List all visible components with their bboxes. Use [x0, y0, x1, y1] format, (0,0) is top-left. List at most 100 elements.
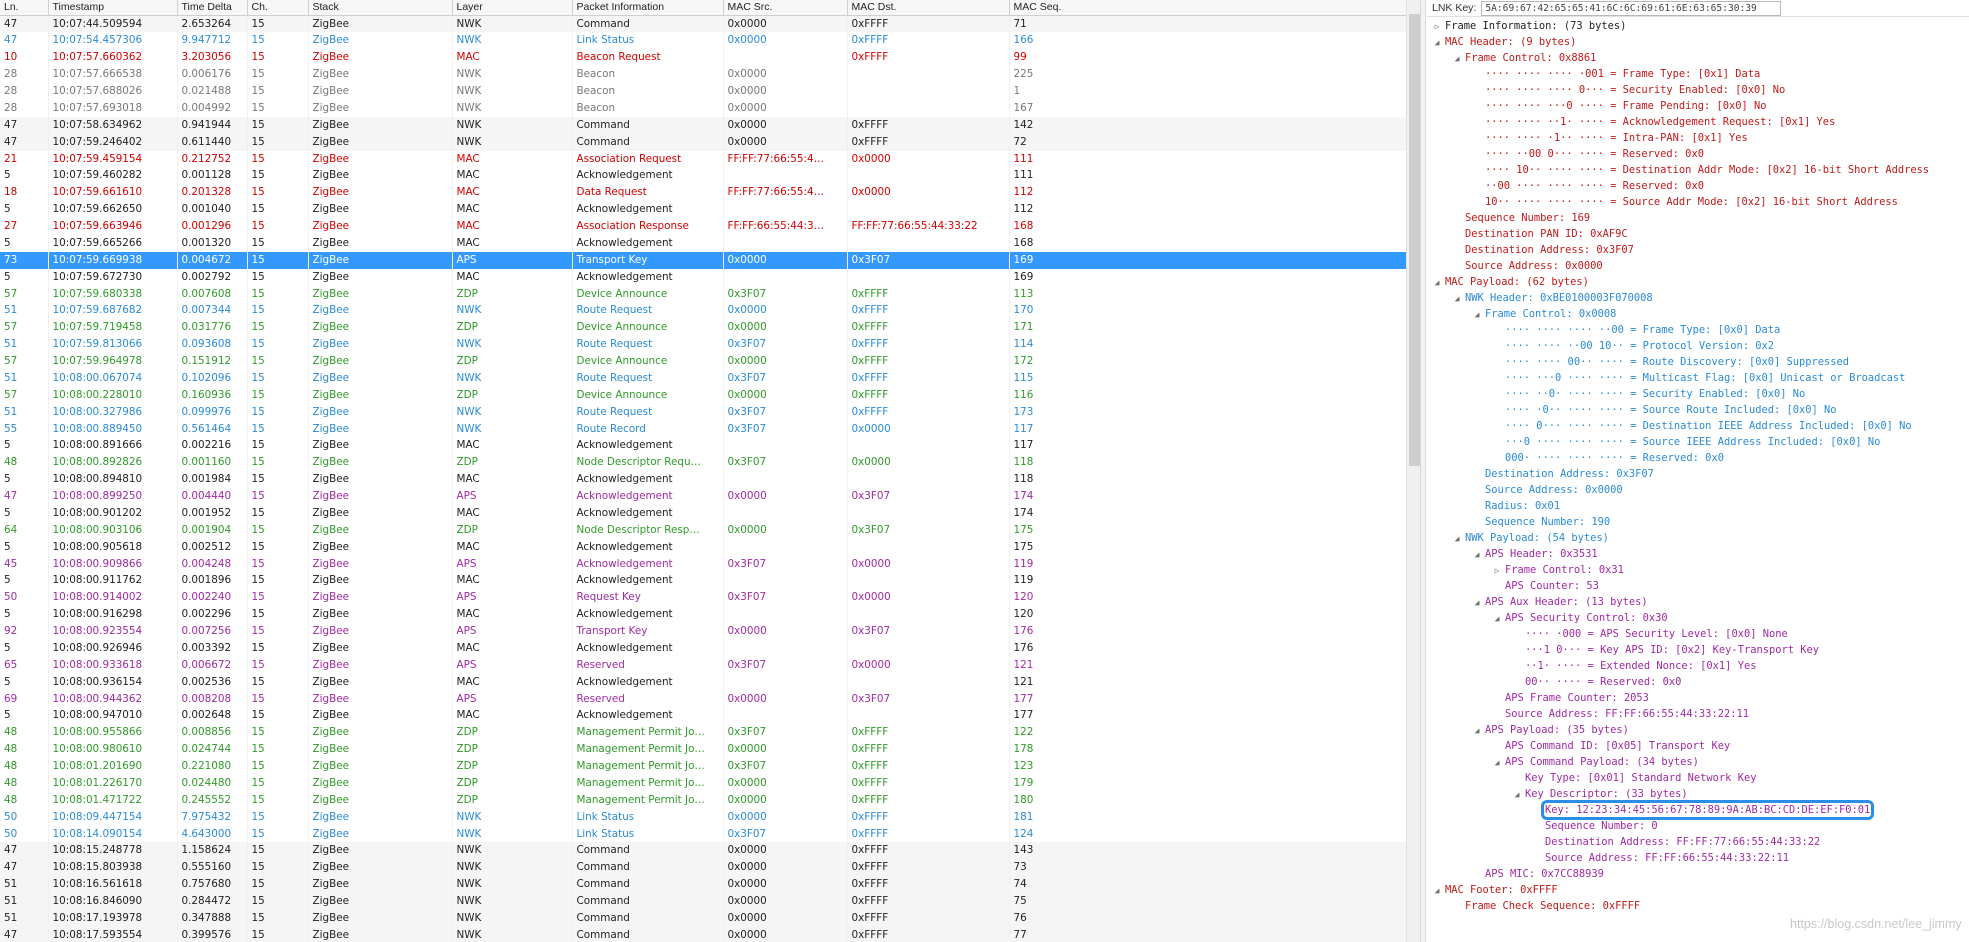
packet-row[interactable]: 21 10:07:59.459154 0.212752 15 ZigBee MAC Asso…: [0, 150, 1407, 168]
tree-node[interactable]: ···· ·000 = APS Security Level: [0x0] No…: [1427, 626, 1969, 642]
tree-node[interactable]: ◢ APS Aux Header: (13 bytes): [1427, 594, 1969, 610]
tree-node[interactable]: Source Address: FF:FF:66:55:44:33:22:11: [1427, 850, 1969, 866]
tree-node[interactable]: ◢ NWK Header: 0xBE0100003F070008: [1427, 290, 1969, 306]
tree-node[interactable]: Source Address: 0x0000: [1427, 258, 1969, 274]
tree-node[interactable]: ···· ·0·· ···· ···· = Source Route Inclu…: [1427, 402, 1969, 418]
tree-node[interactable]: ◢ Key Descriptor: (33 bytes): [1427, 786, 1969, 802]
tree-node[interactable]: 10·· ···· ···· ···· = Source Addr Mode: …: [1427, 194, 1969, 210]
packet-row[interactable]: 51 10:07:59.687682 0.007344 15 ZigBee NWK Rout…: [0, 302, 1407, 320]
column-header[interactable]: Timestamp: [48, 0, 178, 16]
tree-node[interactable]: ◢ APS Payload: (35 bytes): [1427, 722, 1969, 738]
column-header[interactable]: MAC Seq.: [1009, 0, 1407, 16]
tree-node[interactable]: Destination Address: 0x3F07: [1427, 466, 1969, 482]
tree-node[interactable]: ···· ··0· ···· ···· = Security Enabled: …: [1427, 386, 1969, 402]
tree-node[interactable]: ···· ···· ··00 10·· = Protocol Version: …: [1427, 338, 1969, 354]
packet-row[interactable]: 10 10:07:57.660362 3.203056 15 ZigBee MAC Beac…: [0, 49, 1407, 67]
tree-node[interactable]: ···0 ···· ···· ···· = Source IEEE Addres…: [1427, 434, 1969, 450]
packet-row[interactable]: 47 10:08:00.899250 0.004440 15 ZigBee APS Ackn…: [0, 488, 1407, 505]
tree-node[interactable]: ···· 10·· ···· ···· = Destination Addr M…: [1427, 162, 1969, 178]
packet-row[interactable]: 51 10:07:59.813066 0.093608 15 ZigBee NWK Rout…: [0, 336, 1407, 353]
collapse-triangle-icon[interactable]: ◢: [1471, 595, 1483, 611]
column-header[interactable]: MAC Dst.: [847, 0, 1010, 16]
packet-row[interactable]: 57 10:08:00.228010 0.160936 15 ZigBee ZDP Devi…: [0, 386, 1407, 404]
packet-row[interactable]: 27 10:07:59.663946 0.001296 15 ZigBee MAC Asso…: [0, 218, 1407, 235]
scrollbar-thumb[interactable]: [1409, 14, 1420, 466]
expand-triangle-icon[interactable]: ▷: [1491, 563, 1503, 579]
tree-node[interactable]: ◢ APS Security Control: 0x30: [1427, 610, 1969, 626]
packet-row[interactable]: 51 10:08:00.327986 0.099976 15 ZigBee NWK Rout…: [0, 403, 1407, 421]
packet-row[interactable]: 5 10:08:00.926946 0.003392 15 ZigBee MAC Ackno…: [0, 639, 1407, 657]
tree-node[interactable]: ···· ···· ···· ·001 = Frame Type: [0x1] …: [1427, 66, 1969, 82]
tree-node[interactable]: ▷ Frame Information: (73 bytes): [1427, 18, 1969, 34]
tree-node[interactable]: ◢ APS Header: 0x3531: [1427, 546, 1969, 562]
packet-row[interactable]: 5 10:07:59.662650 0.001040 15 ZigBee MAC Ackno…: [0, 201, 1407, 218]
tree-node[interactable]: Destination PAN ID: 0xAF9C: [1427, 226, 1969, 242]
packet-row[interactable]: 48 10:08:01.226170 0.024480 15 ZigBee ZDP Mana…: [0, 774, 1407, 792]
packet-row[interactable]: 5 10:08:00.916298 0.002296 15 ZigBee MAC Ackno…: [0, 606, 1407, 623]
tree-node[interactable]: Source Address: FF:FF:66:55:44:33:22:11: [1427, 706, 1969, 722]
tree-node[interactable]: Sequence Number: 190: [1427, 514, 1969, 530]
tree-node[interactable]: Destination Address: FF:FF:77:66:55:44:3…: [1427, 834, 1969, 850]
tree-node[interactable]: ··00 ···· ···· ···· = Reserved: 0x0: [1427, 178, 1969, 194]
packet-row[interactable]: 28 10:07:57.693018 0.004992 15 ZigBee NWK Beac…: [0, 99, 1407, 117]
packet-row[interactable]: 69 10:08:00.944362 0.008208 15 ZigBee APS Rese…: [0, 690, 1407, 708]
packet-row[interactable]: 28 10:07:57.666538 0.006176 15 ZigBee NWK Beac…: [0, 66, 1407, 83]
tree-node[interactable]: Key Type: [0x01] Standard Network Key: [1427, 770, 1969, 786]
tree-node[interactable]: Frame Check Sequence: 0xFFFF: [1427, 898, 1969, 914]
tree-node[interactable]: 00·· ···· = Reserved: 0x0: [1427, 674, 1969, 690]
packet-row[interactable]: 28 10:07:57.688026 0.021488 15 ZigBee NWK Beac…: [0, 83, 1407, 100]
tree-node[interactable]: Key: 12:23:34:45:56:67:78:89:9A:AB:BC:CD…: [1427, 800, 1969, 820]
tree-node[interactable]: ···· ···· ··1· ···· = Acknowledgement Re…: [1427, 114, 1969, 130]
tree-node[interactable]: ··1· ···· = Extended Nonce: [0x1] Yes: [1427, 658, 1969, 674]
tree-node[interactable]: Radius: 0x01: [1427, 498, 1969, 514]
packet-list-scrollbar[interactable]: [1406, 0, 1420, 942]
packet-row[interactable]: 47 10:08:15.248778 1.158624 15 ZigBee NWK Comm…: [0, 842, 1407, 860]
tree-node[interactable]: ···· 0··· ···· ···· = Destination IEEE A…: [1427, 418, 1969, 434]
packet-row[interactable]: 57 10:07:59.719458 0.031776 15 ZigBee ZDP Devi…: [0, 319, 1407, 337]
tree-node[interactable]: ···· ···· ···· 0··· = Security Enabled: …: [1427, 82, 1969, 98]
collapse-triangle-icon[interactable]: ◢: [1491, 755, 1503, 771]
packet-row[interactable]: 50 10:08:00.914002 0.002240 15 ZigBee APS Requ…: [0, 589, 1407, 607]
packet-row[interactable]: 48 10:08:01.201690 0.221080 15 ZigBee ZDP Mana…: [0, 758, 1407, 775]
collapse-triangle-icon[interactable]: ◢: [1451, 51, 1463, 67]
packet-row[interactable]: 50 10:08:14.090154 4.643000 15 ZigBee NWK Link…: [0, 825, 1407, 843]
packet-row[interactable]: 47 10:07:44.509594 2.653264 15 ZigBee NWK Comm…: [0, 15, 1407, 33]
collapse-triangle-icon[interactable]: ◢: [1431, 275, 1443, 291]
packet-row[interactable]: 57 10:07:59.964978 0.151912 15 ZigBee ZDP Devi…: [0, 353, 1407, 370]
tree-node[interactable]: ···· ···· ···· ··00 = Frame Type: [0x0] …: [1427, 322, 1969, 338]
collapse-triangle-icon[interactable]: ◢: [1431, 883, 1443, 899]
packet-row[interactable]: 5 10:07:59.460282 0.001128 15 ZigBee MAC Ackno…: [0, 167, 1407, 185]
tree-node[interactable]: ◢ Frame Control: 0x8861: [1427, 50, 1969, 66]
tree-node[interactable]: ···· ···0 ···· ···· = Multicast Flag: [0…: [1427, 370, 1969, 386]
tree-node[interactable]: ◢ MAC Payload: (62 bytes): [1427, 274, 1969, 290]
column-header[interactable]: Packet Information: [572, 0, 724, 16]
tree-node[interactable]: Destination Address: 0x3F07: [1427, 242, 1969, 258]
packet-row[interactable]: 47 10:07:54.457306 9.947712 15 ZigBee NWK Link…: [0, 32, 1407, 50]
tree-node[interactable]: ◢ MAC Header: (9 bytes): [1427, 34, 1969, 50]
tree-node[interactable]: 000· ···· ···· ···· = Reserved: 0x0: [1427, 450, 1969, 466]
tree-node[interactable]: APS Command ID: [0x05] Transport Key: [1427, 738, 1969, 754]
tree-node[interactable]: APS Counter: 53: [1427, 578, 1969, 594]
packet-row[interactable]: 5 10:08:00.947010 0.002648 15 ZigBee MAC Ackno…: [0, 707, 1407, 725]
packet-row[interactable]: 48 10:08:00.980610 0.024744 15 ZigBee ZDP Mana…: [0, 741, 1407, 758]
packet-row[interactable]: 47 10:07:59.246402 0.611440 15 ZigBee NWK Comm…: [0, 133, 1407, 151]
packet-row[interactable]: 64 10:08:00.903106 0.001904 15 ZigBee ZDP Node…: [0, 521, 1407, 539]
packet-row[interactable]: 47 10:07:58.634962 0.941944 15 ZigBee NWK Comm…: [0, 116, 1407, 134]
collapse-triangle-icon[interactable]: ◢: [1471, 547, 1483, 563]
tree-node[interactable]: Sequence Number: 169: [1427, 210, 1969, 226]
collapse-triangle-icon[interactable]: ◢: [1451, 531, 1463, 547]
collapse-triangle-icon[interactable]: ◢: [1511, 787, 1523, 803]
packet-row[interactable]: 65 10:08:00.933618 0.006672 15 ZigBee APS Rese…: [0, 656, 1407, 674]
packet-row[interactable]: 5 10:08:00.891666 0.002216 15 ZigBee MAC Ackno…: [0, 437, 1407, 455]
packet-row[interactable]: 92 10:08:00.923554 0.007256 15 ZigBee APS Tran…: [0, 623, 1407, 640]
packet-row[interactable]: 5 10:08:00.894810 0.001984 15 ZigBee MAC Ackno…: [0, 471, 1407, 488]
column-header[interactable]: Ch.: [247, 0, 309, 16]
tree-node[interactable]: ◢ APS Command Payload: (34 bytes): [1427, 754, 1969, 770]
tree-node[interactable]: ···· ···· 00·· ···· = Route Discovery: […: [1427, 354, 1969, 370]
packet-row[interactable]: 51 10:08:00.067074 0.102096 15 ZigBee NWK Rout…: [0, 369, 1407, 387]
packet-row[interactable]: 5 10:08:00.905618 0.002512 15 ZigBee MAC Ackno…: [0, 538, 1407, 556]
packet-row[interactable]: 48 10:08:00.955866 0.008856 15 ZigBee ZDP Mana…: [0, 724, 1407, 742]
packet-row[interactable]: 5 10:08:00.936154 0.002536 15 ZigBee MAC Ackno…: [0, 673, 1407, 691]
packet-row[interactable]: 48 10:08:00.892826 0.001160 15 ZigBee ZDP Node…: [0, 454, 1407, 472]
tree-node[interactable]: APS Frame Counter: 2053: [1427, 690, 1969, 706]
